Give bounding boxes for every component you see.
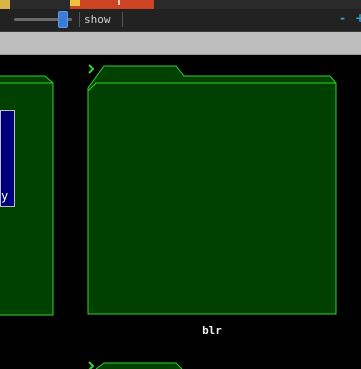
toolbar-separator [122, 12, 123, 27]
folder-grid-svg [0, 64, 337, 369]
path-bar[interactable] [0, 32, 361, 55]
file-preview-thumbnail[interactable]: y [0, 110, 15, 207]
toolbar-separator [79, 12, 80, 27]
zoom-slider-thumb[interactable] [58, 11, 68, 28]
folder-name-label[interactable]: blr [190, 324, 234, 337]
folder-icon[interactable] [95, 362, 183, 369]
maximize-icon[interactable]: + [355, 11, 361, 25]
tab-folder-icon[interactable] [0, 0, 10, 9]
toolbar: show - + [0, 9, 361, 32]
file-manager-window: show - + y blr [0, 0, 361, 369]
chevron-right-icon[interactable] [88, 361, 95, 369]
preview-text: y [1, 189, 9, 203]
folder-icon[interactable] [87, 65, 337, 315]
tab-strip [0, 0, 361, 9]
show-button[interactable]: show [84, 12, 111, 28]
tab-close-mark[interactable] [118, 0, 120, 5]
folder-icon [70, 0, 80, 6]
minimize-icon[interactable]: - [340, 11, 345, 25]
folder-grid: y blr [0, 55, 361, 369]
chevron-right-icon[interactable] [88, 64, 95, 74]
tab-active[interactable] [70, 0, 154, 9]
